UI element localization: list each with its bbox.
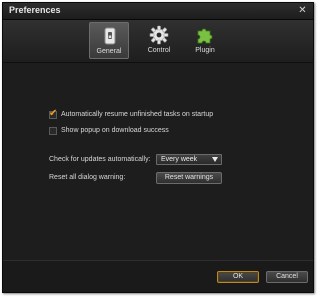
general-switch-icon bbox=[100, 26, 120, 46]
general-settings-panel: ✔ Automatically resume unfinished tasks … bbox=[3, 63, 313, 261]
update-frequency-select[interactable]: Every week bbox=[156, 154, 222, 165]
show-popup-checkbox[interactable] bbox=[49, 127, 57, 135]
close-button[interactable]: ✕ bbox=[297, 5, 308, 16]
checkmark-icon: ✔ bbox=[49, 108, 58, 119]
cancel-button[interactable]: Cancel bbox=[266, 271, 308, 283]
puzzle-piece-icon bbox=[195, 25, 215, 45]
auto-resume-checkbox[interactable]: ✔ bbox=[49, 108, 58, 119]
gear-icon bbox=[149, 25, 169, 45]
chevron-down-icon bbox=[212, 157, 218, 162]
update-frequency-value: Every week bbox=[161, 156, 198, 163]
preferences-toolbar: General Control Plugin bbox=[3, 20, 313, 63]
window-title: Preferences bbox=[9, 5, 61, 15]
tab-control-label: Control bbox=[147, 47, 171, 54]
auto-resume-label: Automatically resume unfinished tasks on… bbox=[61, 111, 214, 118]
reset-warnings-button[interactable]: Reset warnings bbox=[156, 172, 222, 184]
reset-dialog-label: Reset all dialog warning: bbox=[49, 174, 126, 181]
dialog-footer: OK Cancel bbox=[3, 260, 313, 292]
tab-general[interactable]: General bbox=[89, 22, 129, 59]
check-updates-label: Check for updates automatically: bbox=[49, 156, 151, 163]
ok-button[interactable]: OK bbox=[217, 271, 259, 283]
show-popup-label: Show popup on download success bbox=[61, 127, 169, 134]
tab-general-label: General bbox=[96, 48, 122, 55]
tab-plugin-label: Plugin bbox=[195, 47, 215, 54]
title-bar: Preferences ✕ bbox=[3, 3, 313, 20]
tab-control[interactable]: Control bbox=[139, 22, 179, 59]
tab-plugin[interactable]: Plugin bbox=[185, 22, 225, 59]
preferences-window: Preferences ✕ General Control Plugin ✔ A… bbox=[2, 2, 314, 293]
